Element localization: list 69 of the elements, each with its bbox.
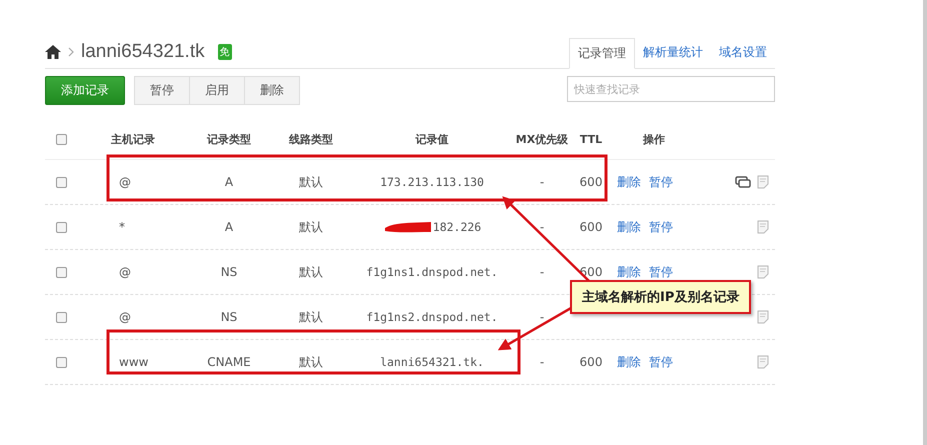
table-cell: 600 <box>580 220 602 234</box>
note-icon[interactable] <box>757 265 769 279</box>
action-link[interactable]: 暂停 <box>649 218 673 236</box>
table-cell: www <box>119 355 148 369</box>
table-cell: lanni654321.tk. <box>380 355 484 369</box>
toolbar-button[interactable]: 启用 <box>189 76 245 105</box>
home-icon[interactable] <box>45 45 61 59</box>
action-link[interactable]: 删除 <box>617 174 641 190</box>
tab[interactable]: 域名设置 <box>711 37 775 68</box>
callout-label: 主域名解析的IP及别名记录 <box>570 280 752 314</box>
tab[interactable]: 记录管理 <box>569 38 635 69</box>
add-record-button[interactable]: 添加记录 <box>45 76 125 105</box>
action-link[interactable]: 暂停 <box>649 174 673 190</box>
comments-icon[interactable] <box>735 176 751 188</box>
table-cell: * <box>119 220 125 234</box>
table-cell: NS <box>220 265 238 279</box>
table-cell: - <box>540 175 544 189</box>
note-icon[interactable] <box>757 175 769 189</box>
table-cell: 600 <box>580 175 602 189</box>
chevron-icon <box>68 47 74 57</box>
action-link[interactable]: 删除 <box>617 264 641 280</box>
action-link[interactable]: 暂停 <box>649 264 673 280</box>
checkbox[interactable] <box>56 356 66 368</box>
action-link[interactable]: 删除 <box>617 354 641 370</box>
table-cell: 默认 <box>299 218 323 236</box>
column-header: 操作 <box>643 132 665 146</box>
free-badge: 免 <box>218 44 232 60</box>
table-cell: - <box>540 265 544 279</box>
table-cell: - <box>540 355 544 369</box>
table-cell: 600 <box>580 355 602 369</box>
column-header: 记录类型 <box>207 132 251 146</box>
table-cell: 173.213.113.130 <box>380 175 484 189</box>
checkbox[interactable] <box>56 312 66 322</box>
action-link[interactable]: 暂停 <box>649 354 673 370</box>
checkbox[interactable] <box>56 176 66 188</box>
table-cell: A <box>224 175 234 189</box>
domain-title: lanni654321.tk <box>81 41 205 63</box>
table-cell: NS <box>220 310 238 324</box>
checkbox[interactable] <box>56 134 66 144</box>
table-cell: 182.226 <box>432 220 482 234</box>
redaction-mark <box>382 220 433 234</box>
note-icon[interactable] <box>757 355 769 369</box>
column-header: 主机记录 <box>111 132 155 146</box>
table-cell: 默认 <box>299 174 323 190</box>
tab[interactable]: 解析量统计 <box>635 37 711 68</box>
column-header: MX优先级 <box>516 132 568 146</box>
table-cell: CNAME <box>207 355 251 369</box>
toolbar-button[interactable]: 暂停 <box>134 76 190 105</box>
note-icon[interactable] <box>757 220 769 234</box>
toolbar-button[interactable]: 删除 <box>244 76 300 105</box>
table-cell: f1g1ns2.dnspod.net. <box>366 310 498 324</box>
search-field[interactable]: 快速查找记录 <box>567 76 775 102</box>
table-cell: 默认 <box>299 308 323 326</box>
table-cell: A <box>224 220 234 234</box>
table-cell: 默认 <box>299 264 323 280</box>
table-cell: @ <box>119 310 131 324</box>
note-icon[interactable] <box>757 310 769 324</box>
table-cell: 默认 <box>299 354 323 370</box>
table-cell: - <box>540 310 544 324</box>
table-cell: - <box>540 220 544 234</box>
action-link[interactable]: 删除 <box>617 218 641 236</box>
column-header: TTL <box>580 132 602 146</box>
column-header: 线路类型 <box>289 132 333 146</box>
checkbox[interactable] <box>56 266 66 278</box>
table-cell: f1g1ns1.dnspod.net. <box>366 265 498 279</box>
column-header: 记录值 <box>416 132 448 146</box>
table-cell: @ <box>119 265 131 279</box>
table-cell: @ <box>119 175 131 189</box>
checkbox[interactable] <box>56 222 66 232</box>
